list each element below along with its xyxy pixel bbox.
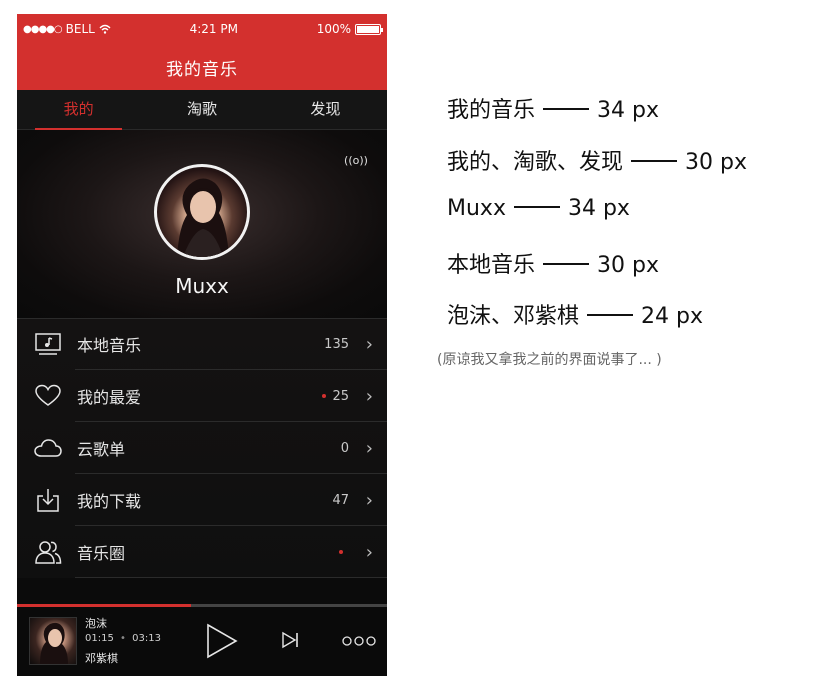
current-time: 01:15 <box>85 633 114 644</box>
more-options-icon[interactable] <box>342 635 376 647</box>
list-item-label: 我的下载 <box>77 492 142 511</box>
page-title: 我的音乐 <box>17 44 387 90</box>
list-item-label: 云歌单 <box>77 440 126 459</box>
new-indicator-dot <box>339 550 343 554</box>
music-screen-icon <box>31 329 65 359</box>
profile-header: ((o)) Muxx <box>17 130 387 318</box>
battery-icon <box>355 23 383 35</box>
item-count <box>339 545 349 560</box>
chevron-right-icon: › <box>365 437 373 459</box>
wifi-icon <box>99 24 111 34</box>
item-count: 0 <box>340 440 349 456</box>
annotation-row: 我的、淘歌、发现 30 px <box>447 150 747 175</box>
chevron-right-icon: › <box>365 385 373 407</box>
list-item-label: 音乐圈 <box>77 544 126 563</box>
username: Muxx <box>175 274 229 298</box>
people-icon <box>31 537 65 567</box>
item-count: 25 <box>322 389 349 404</box>
song-title: 泡沫 <box>85 617 107 630</box>
play-icon[interactable] <box>205 623 239 659</box>
total-time: 03:13 <box>132 633 161 644</box>
chevron-right-icon: › <box>365 333 373 355</box>
annotation-row: 泡沫、邓紫棋 24 px <box>447 304 703 329</box>
radio-icon[interactable]: ((o)) <box>343 152 369 170</box>
annotation-row: Muxx 34 px <box>447 196 630 221</box>
tab-bar: 我的 淘歌 发现 <box>17 90 387 130</box>
status-bar: ●●●●○ BELL 4:21 PM 100% <box>17 14 387 44</box>
list-item-music-circle[interactable]: 音乐圈 › <box>17 526 387 578</box>
aside-note: (原谅我又拿我之前的界面说事了... ) <box>437 352 662 368</box>
battery-percent: 100% <box>316 22 351 36</box>
chevron-right-icon: › <box>365 541 373 563</box>
chevron-right-icon: › <box>365 489 373 511</box>
carrier-label: BELL <box>65 22 95 36</box>
download-icon <box>31 485 65 515</box>
avatar[interactable] <box>154 164 250 260</box>
song-time: 01:15 • 03:13 <box>85 633 161 644</box>
album-cover[interactable] <box>29 617 77 665</box>
playback-progress-fill <box>17 604 191 607</box>
mini-player: 泡沫 01:15 • 03:13 邓紫棋 <box>17 604 387 676</box>
annotation-row: 本地音乐 30 px <box>447 253 659 278</box>
avatar-portrait <box>177 178 229 257</box>
list-item-cloud-playlist[interactable]: 云歌单 0 › <box>17 422 387 474</box>
tab-taoge[interactable]: 淘歌 <box>140 90 263 129</box>
playback-progress[interactable] <box>17 604 387 607</box>
list-item-label: 本地音乐 <box>77 336 142 355</box>
phone-screen: ●●●●○ BELL 4:21 PM 100% 我的音乐 我的 淘歌 发现 ((… <box>17 14 387 676</box>
list-item-favorites[interactable]: 我的最爱 25 › <box>17 370 387 422</box>
next-track-icon[interactable] <box>281 631 301 649</box>
annotation-row: 我的音乐 34 px <box>447 98 659 123</box>
song-artist: 邓紫棋 <box>85 652 118 665</box>
tab-discover[interactable]: 发现 <box>264 90 387 129</box>
signal-icon: ●●●●○ <box>23 23 63 35</box>
tab-mine[interactable]: 我的 <box>17 90 140 130</box>
list-item-downloads[interactable]: 我的下载 47 › <box>17 474 387 526</box>
cloud-icon <box>31 433 65 463</box>
list-item-label: 我的最爱 <box>77 388 142 407</box>
library-list: 本地音乐 135 › 我的最爱 25 › 云歌单 0 › 我的下载 47 › 音… <box>17 318 387 578</box>
heart-icon <box>31 381 65 411</box>
clock: 4:21 PM <box>189 22 238 36</box>
list-item-local-music[interactable]: 本地音乐 135 › <box>17 318 387 370</box>
item-count: 47 <box>332 492 349 508</box>
new-indicator-dot <box>322 394 327 398</box>
item-count: 135 <box>324 336 349 352</box>
